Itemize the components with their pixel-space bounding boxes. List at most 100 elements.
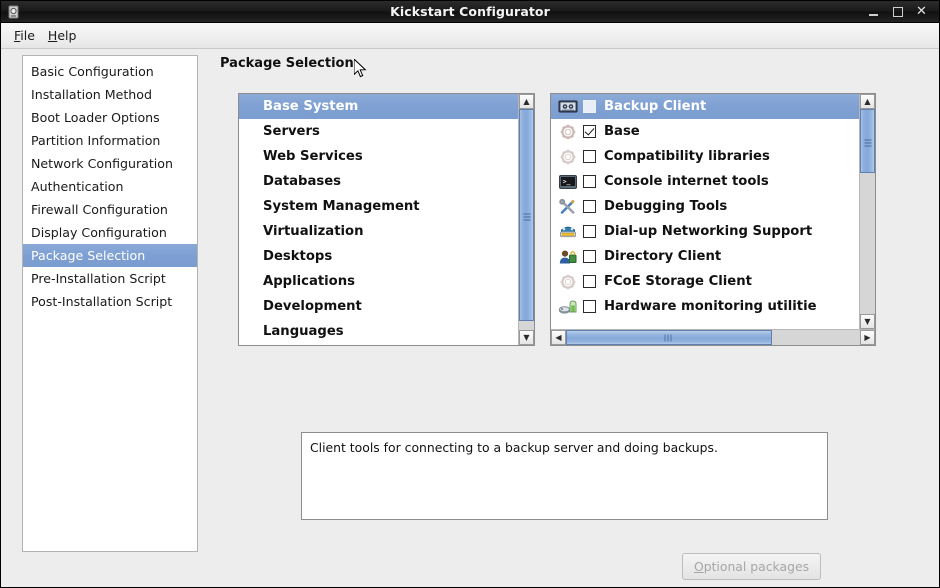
package-hscroll-thumb[interactable] — [566, 330, 772, 345]
group-row-servers[interactable]: Servers — [239, 119, 518, 144]
sidebar-item-authentication[interactable]: Authentication — [23, 175, 197, 198]
menu-item-help[interactable]: Help — [44, 26, 86, 45]
sidebar-item-label: Pre-Installation Script — [31, 271, 166, 286]
sidebar-item-installation-method[interactable]: Installation Method — [23, 83, 197, 106]
group-row-label: Base System — [263, 99, 359, 114]
navigation-sidebar: Basic Configuration Installation Method … — [22, 55, 198, 552]
group-row-label: Servers — [263, 124, 320, 139]
package-vscroll-thumb[interactable] — [860, 109, 875, 173]
group-row-development[interactable]: Development — [239, 294, 518, 319]
close-button[interactable]: ✕ — [915, 5, 928, 18]
page-title: Package Selection — [220, 56, 354, 71]
package-checkbox[interactable] — [583, 275, 596, 288]
group-row-label: Databases — [263, 174, 342, 189]
package-vscroll-track[interactable] — [860, 109, 875, 314]
package-row-hardware-monitoring-utilities[interactable]: Hardware monitoring utilitie — [551, 294, 859, 319]
sidebar-item-label: Post-Installation Script — [31, 294, 173, 309]
telephone-icon — [558, 223, 578, 241]
mouse-cursor — [353, 57, 368, 80]
sidebar-item-boot-loader-options[interactable]: Boot Loader Options — [23, 106, 197, 129]
package-row-directory-client[interactable]: Directory Client — [551, 244, 859, 269]
sidebar-item-partition-information[interactable]: Partition Information — [23, 129, 197, 152]
sidebar-item-post-installation-script[interactable]: Post-Installation Script — [23, 290, 197, 313]
package-rows: Backup Client Base Compatibility librari… — [551, 94, 859, 345]
sidebar-item-firewall-configuration[interactable]: Firewall Configuration — [23, 198, 197, 221]
sidebar-item-package-selection[interactable]: Package Selection — [23, 244, 197, 267]
package-row-base[interactable]: Base — [551, 119, 859, 144]
group-row-databases[interactable]: Databases — [239, 169, 518, 194]
menu-help-mnemonic: H — [47, 28, 58, 43]
package-row-dial-up-networking-support[interactable]: Dial-up Networking Support — [551, 219, 859, 244]
package-group-rows: Base System Servers Web Services Databas… — [239, 94, 518, 345]
sidebar-item-label: Authentication — [31, 179, 124, 194]
group-scroll-thumb[interactable] — [519, 109, 534, 322]
package-row-debugging-tools[interactable]: Debugging Tools — [551, 194, 859, 219]
scroll-grip-icon — [664, 334, 673, 341]
maximize-button[interactable] — [891, 5, 904, 18]
menu-help-rest: elp — [57, 28, 77, 43]
scroll-right-arrow-icon[interactable]: ▶ — [860, 330, 875, 345]
package-checkbox[interactable] — [583, 175, 596, 188]
group-row-label: Desktops — [263, 249, 333, 264]
package-row-fcoe-storage-client[interactable]: FCoE Storage Client — [551, 269, 859, 294]
menu-item-file[interactable]: File — [10, 26, 44, 45]
group-row-applications[interactable]: Applications — [239, 269, 518, 294]
optional-packages-button[interactable]: Optional packages — [682, 553, 821, 580]
group-list-vertical-scrollbar[interactable]: ▲ ▼ — [518, 94, 534, 345]
scroll-down-arrow-icon[interactable]: ▼ — [860, 314, 875, 329]
sidebar-item-label: Partition Information — [31, 133, 161, 148]
group-row-virtualization[interactable]: Virtualization — [239, 219, 518, 244]
window-title: Kickstart Configurator — [390, 4, 550, 19]
package-checkbox[interactable] — [583, 150, 596, 163]
sidebar-item-label: Boot Loader Options — [31, 110, 160, 125]
package-row-label: FCoE Storage Client — [604, 274, 752, 289]
scroll-up-arrow-icon[interactable]: ▲ — [860, 94, 875, 109]
group-row-system-management[interactable]: System Management — [239, 194, 518, 219]
app-icon — [6, 4, 22, 20]
sidebar-item-network-configuration[interactable]: Network Configuration — [23, 152, 197, 175]
group-row-web-services[interactable]: Web Services — [239, 144, 518, 169]
package-list-horizontal-scrollbar[interactable]: ◀ ▶ — [551, 329, 875, 345]
package-list-vertical-scrollbar[interactable]: ▲ ▼ — [859, 94, 875, 329]
package-checkbox[interactable] — [583, 125, 596, 138]
sidebar-item-label: Firewall Configuration — [31, 202, 168, 217]
optional-packages-mnemonic: O — [693, 559, 704, 574]
package-row-label: Debugging Tools — [604, 199, 728, 214]
sidebar-item-basic-configuration[interactable]: Basic Configuration — [23, 60, 197, 83]
package-checkbox[interactable] — [583, 225, 596, 238]
sidebar-item-label: Network Configuration — [31, 156, 173, 171]
scroll-left-arrow-icon[interactable]: ◀ — [551, 330, 566, 345]
group-row-label: Development — [263, 299, 362, 314]
package-checkbox[interactable] — [583, 300, 596, 313]
scroll-up-arrow-icon[interactable]: ▲ — [519, 94, 534, 109]
package-group-list[interactable]: Base System Servers Web Services Databas… — [238, 93, 535, 346]
package-row-backup-client[interactable]: Backup Client — [551, 94, 859, 119]
menu-bar: File Help — [1, 23, 939, 49]
sidebar-item-pre-installation-script[interactable]: Pre-Installation Script — [23, 267, 197, 290]
group-row-label: Web Services — [263, 149, 363, 164]
user-icon — [558, 248, 578, 266]
package-row-console-internet-tools[interactable]: >_ Console internet tools — [551, 169, 859, 194]
package-list[interactable]: Backup Client Base Compatibility librari… — [550, 93, 876, 346]
minimize-button[interactable] — [867, 5, 880, 18]
package-checkbox[interactable] — [583, 200, 596, 213]
sidebar-item-display-configuration[interactable]: Display Configuration — [23, 221, 197, 244]
optional-packages-label: ptional packages — [703, 559, 810, 574]
package-row-label: Console internet tools — [604, 174, 769, 189]
package-description-text: Client tools for connecting to a backup … — [310, 440, 718, 455]
package-checkbox[interactable] — [583, 100, 596, 113]
window-controls: ✕ — [867, 5, 939, 18]
group-row-desktops[interactable]: Desktops — [239, 244, 518, 269]
group-scroll-track[interactable] — [519, 109, 534, 330]
package-row-label: Directory Client — [604, 249, 722, 264]
group-row-base-system[interactable]: Base System — [239, 94, 518, 119]
package-checkbox[interactable] — [583, 250, 596, 263]
gear-icon — [558, 148, 578, 166]
package-row-compatibility-libraries[interactable]: Compatibility libraries — [551, 144, 859, 169]
menu-file-rest: ile — [20, 28, 35, 43]
tape-drive-icon — [558, 98, 578, 116]
group-row-languages[interactable]: Languages — [239, 319, 518, 344]
scroll-down-arrow-icon[interactable]: ▼ — [519, 330, 534, 345]
package-hscroll-track[interactable] — [566, 330, 860, 345]
title-bar: Kickstart Configurator ✕ — [1, 1, 939, 23]
